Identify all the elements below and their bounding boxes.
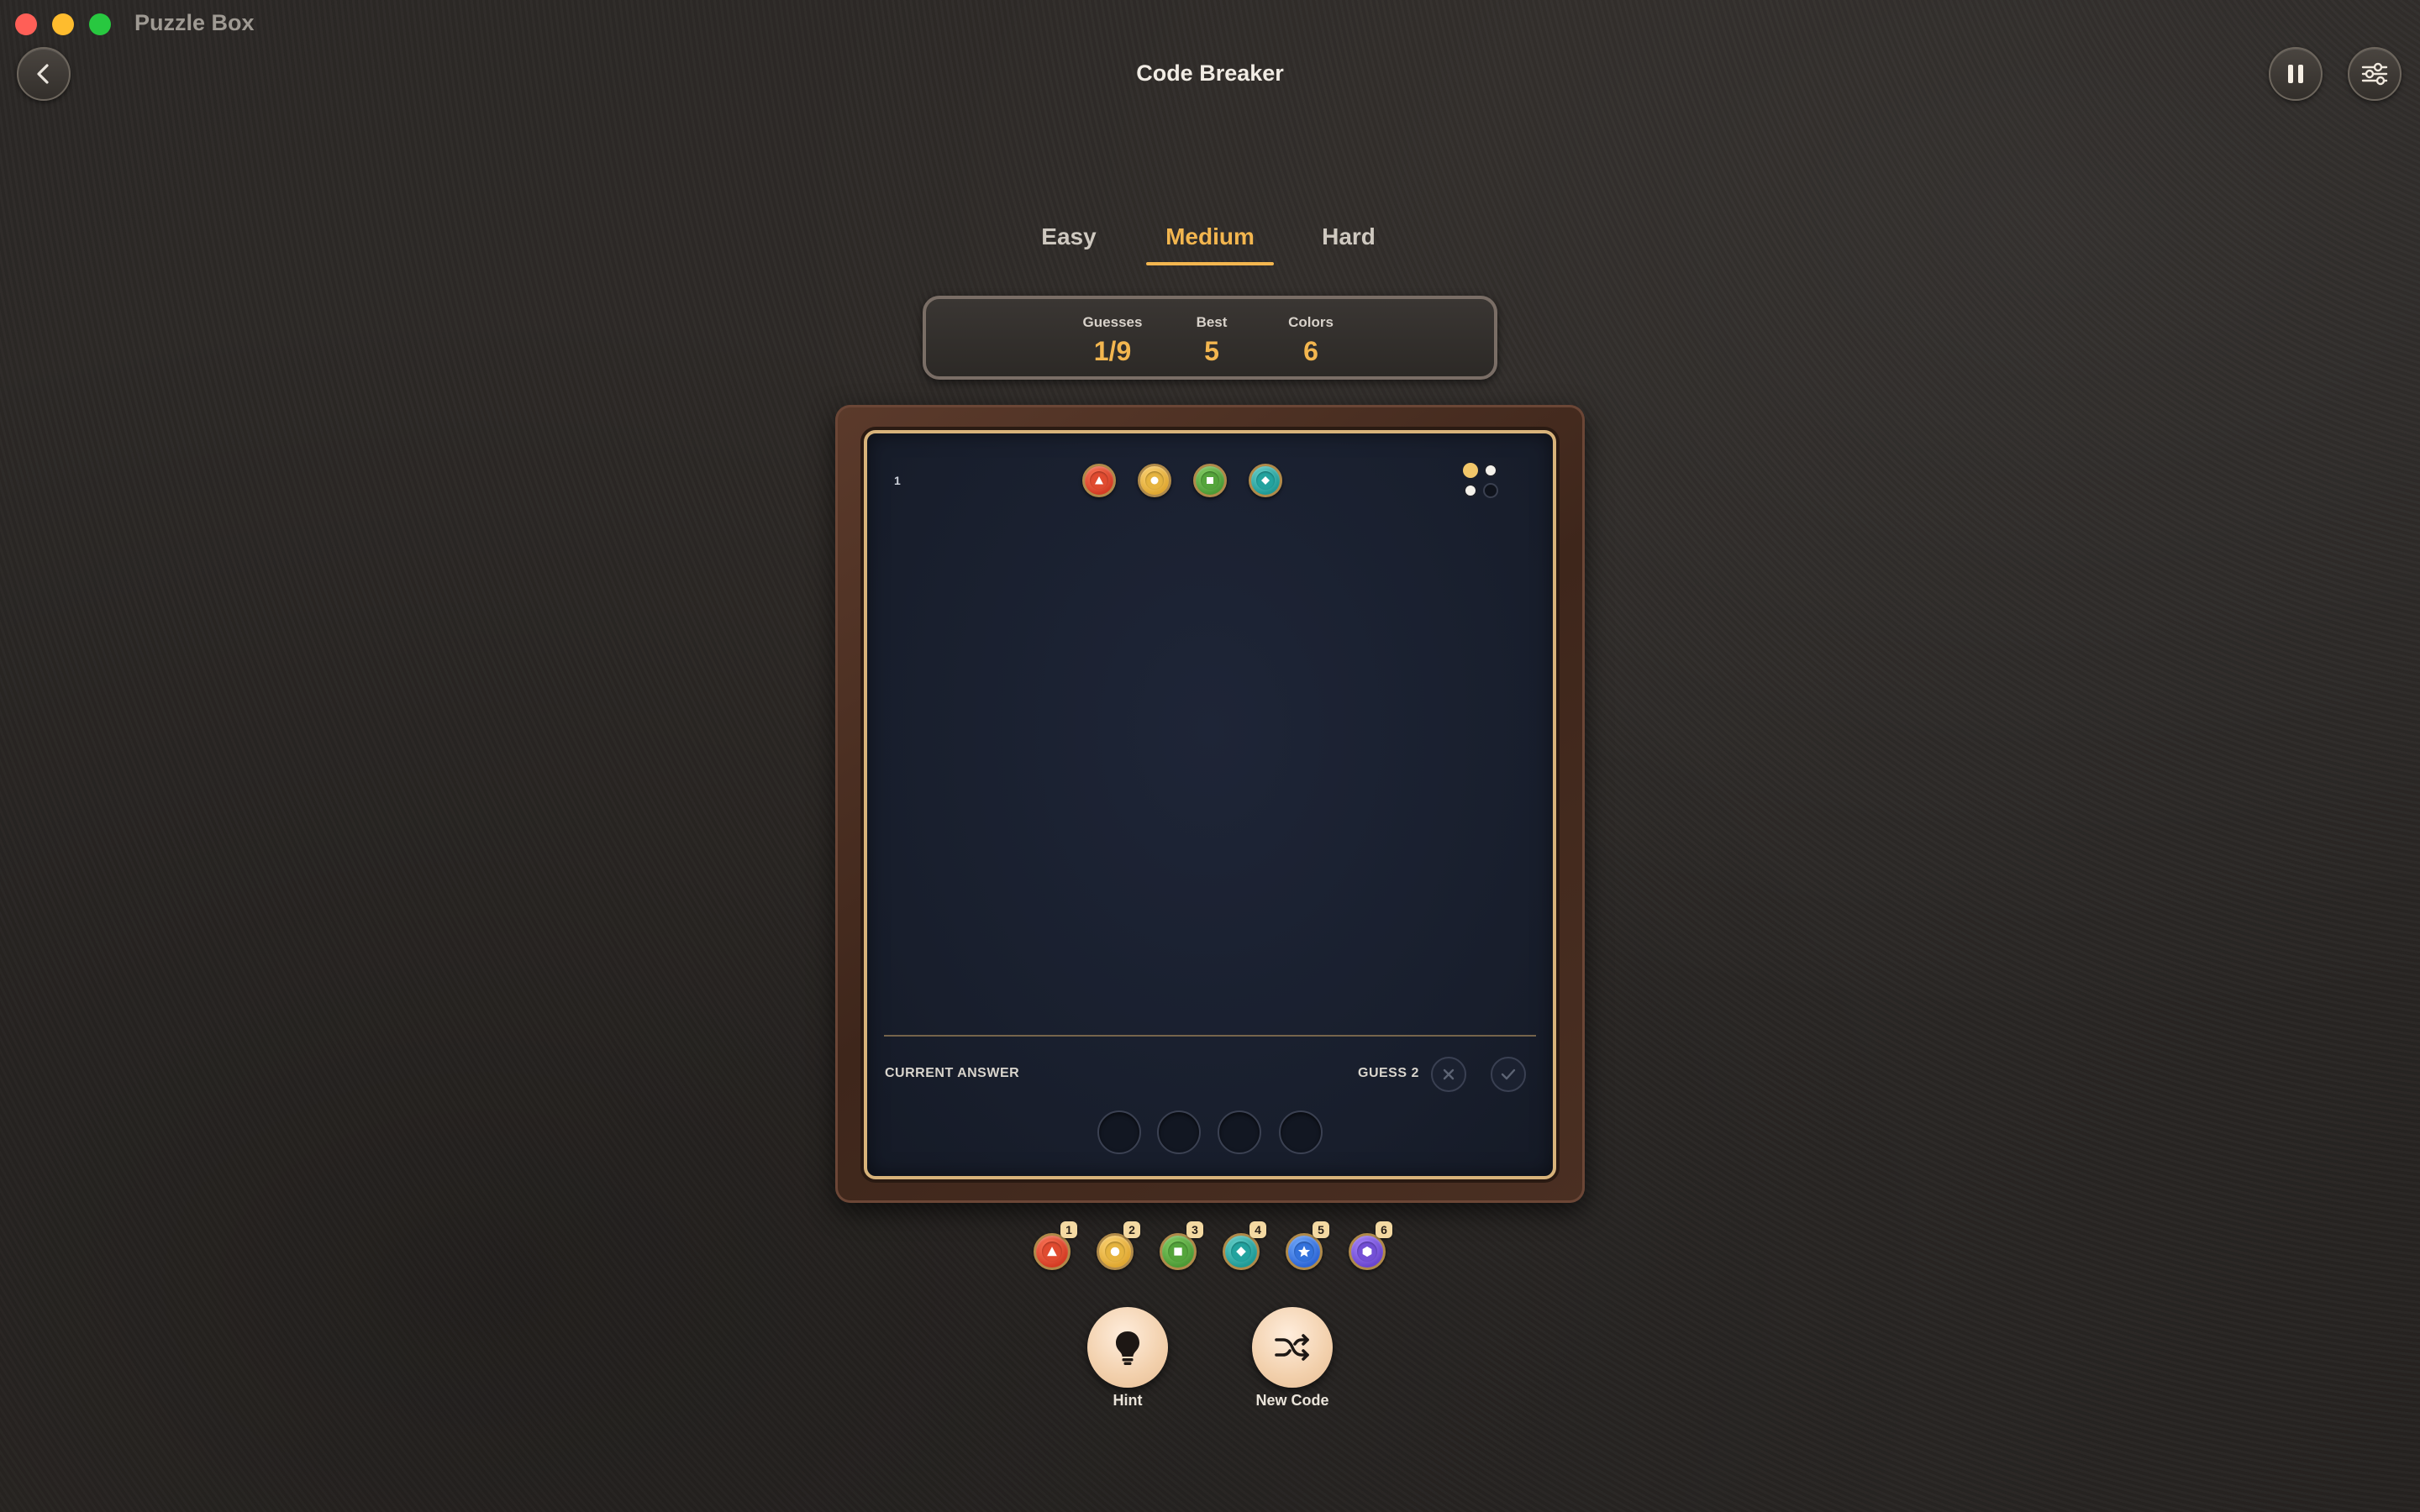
palette-peg-yellow[interactable]: 2 <box>1097 1221 1140 1270</box>
shortcut-badge: 4 <box>1249 1221 1266 1238</box>
back-button[interactable] <box>17 47 71 101</box>
shortcut-badge: 6 <box>1376 1221 1392 1238</box>
circle-icon <box>1110 1247 1120 1257</box>
guess-counter-label: GUESS 2 <box>1358 1066 1419 1080</box>
window-minimize-button[interactable] <box>52 13 74 35</box>
triangle-icon <box>1095 476 1103 485</box>
app-title: Puzzle Box <box>134 10 255 35</box>
triangle-icon <box>1047 1247 1057 1257</box>
answer-slot-2[interactable] <box>1157 1110 1201 1154</box>
stat-colors: Colors 6 <box>1227 314 1395 367</box>
guess-peg-green <box>1193 464 1227 497</box>
shuffle-icon <box>1275 1334 1309 1361</box>
feedback-peg-near <box>1463 483 1478 498</box>
answer-slot-1[interactable] <box>1097 1110 1141 1154</box>
current-answer-label: CURRENT ANSWER <box>885 1066 1020 1080</box>
answer-slot-4[interactable] <box>1279 1110 1323 1154</box>
circle-icon <box>1150 476 1159 485</box>
shortcut-badge: 2 <box>1123 1221 1140 1238</box>
check-icon <box>1501 1068 1516 1080</box>
shortcut-badge: 5 <box>1313 1221 1329 1238</box>
guess-peg-teal <box>1249 464 1282 497</box>
shortcut-badge: 1 <box>1060 1221 1077 1238</box>
stat-colors-label: Colors <box>1288 314 1334 330</box>
square-icon <box>1207 477 1213 484</box>
diamond-icon <box>1261 476 1270 485</box>
new-code-label: New Code <box>1255 1392 1329 1409</box>
hexagon-icon <box>1362 1246 1372 1257</box>
divider <box>884 1035 1536 1037</box>
guess-peg-yellow <box>1138 464 1171 497</box>
pause-button[interactable] <box>2269 47 2323 101</box>
lightbulb-icon <box>1116 1331 1139 1365</box>
tab-medium[interactable]: Medium <box>1146 223 1274 265</box>
feedback-peg-near <box>1483 463 1498 478</box>
chevron-left-icon <box>37 64 49 84</box>
tab-easy[interactable]: Easy <box>1034 223 1104 265</box>
settings-button[interactable] <box>2348 47 2402 101</box>
star-icon <box>1297 1246 1311 1257</box>
close-icon <box>1443 1068 1455 1080</box>
stat-colors-value: 6 <box>1303 336 1318 366</box>
palette-peg-blue[interactable]: 5 <box>1286 1221 1329 1270</box>
shortcut-badge: 3 <box>1186 1221 1203 1238</box>
window-zoom-button[interactable] <box>89 13 111 35</box>
hint-button[interactable] <box>1087 1307 1168 1388</box>
tab-hard[interactable]: Hard <box>1318 223 1380 265</box>
palette-peg-red[interactable]: 1 <box>1034 1221 1077 1270</box>
answer-slot-3[interactable] <box>1218 1110 1261 1154</box>
guess-peg-red <box>1082 464 1116 497</box>
page-title: Code Breaker <box>1136 60 1284 86</box>
palette-peg-teal[interactable]: 4 <box>1223 1221 1266 1270</box>
palette-peg-purple[interactable]: 6 <box>1349 1221 1392 1270</box>
feedback-peg-empty <box>1483 483 1498 498</box>
diamond-icon <box>1236 1247 1246 1257</box>
palette-peg-green[interactable]: 3 <box>1160 1221 1203 1270</box>
window-close-button[interactable] <box>15 13 37 35</box>
hint-label: Hint <box>1113 1392 1143 1409</box>
pause-icon <box>2288 65 2303 83</box>
row-number: 1 <box>894 474 901 487</box>
stats-panel: Guesses 1/9 Best 5 Colors 6 <box>923 296 1497 380</box>
square-icon <box>1174 1247 1182 1256</box>
sliders-icon <box>2361 62 2388 86</box>
feedback-peg-hit <box>1463 463 1478 478</box>
clear-guess-button[interactable] <box>1431 1057 1466 1092</box>
submit-guess-button[interactable] <box>1491 1057 1526 1092</box>
new-code-button[interactable] <box>1252 1307 1333 1388</box>
